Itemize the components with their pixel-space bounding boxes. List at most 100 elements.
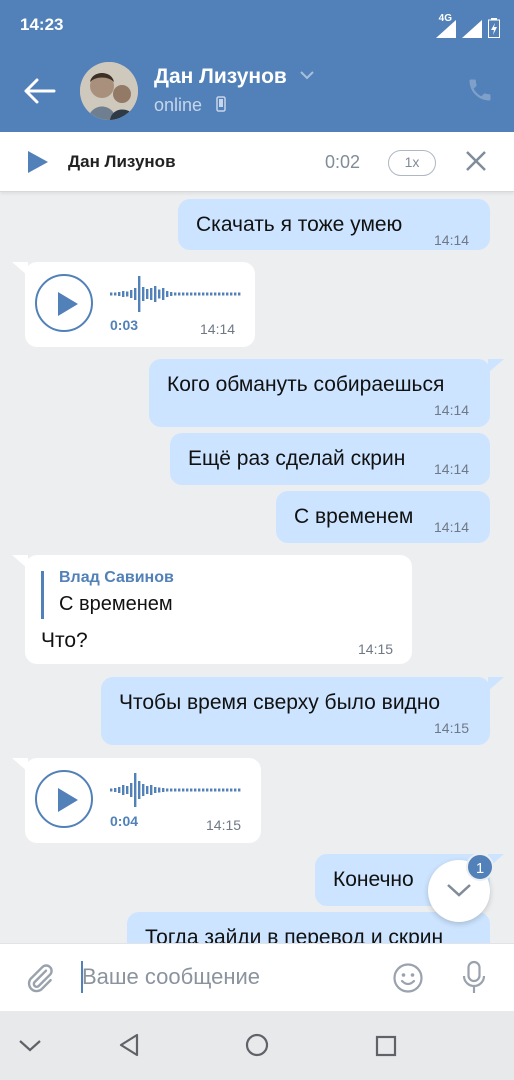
message-input[interactable]: Ваше сообщение	[82, 964, 260, 990]
message-incoming-voice[interactable]: 0:04 14:15	[25, 758, 261, 843]
message-incoming-reply[interactable]: Влад Савинов С временем Что? 14:15	[25, 555, 412, 664]
waveform-bar	[134, 288, 137, 300]
waveform-bar	[222, 292, 225, 296]
waveform-bar	[126, 291, 129, 297]
back-arrow-icon[interactable]	[22, 76, 58, 106]
waveform-bar	[182, 292, 185, 296]
waveform-bar	[178, 292, 181, 296]
message-text: Кого обмануть собираешься	[167, 373, 445, 396]
status-icons: 4G	[436, 13, 500, 38]
waveform-bar	[134, 773, 137, 807]
waveform-bar	[182, 788, 185, 792]
bubble-tail	[488, 677, 504, 691]
back-nav-icon[interactable]	[118, 1033, 140, 1057]
waveform-bar	[190, 788, 193, 792]
message-list[interactable]: Скачать я тоже умею 14:14 0:03 14:14 Ког…	[0, 193, 514, 943]
battery-icon	[488, 18, 500, 38]
message-time: 14:15	[358, 641, 394, 657]
waveform-bar	[206, 292, 209, 296]
waveform-bar	[142, 287, 145, 301]
paperclip-icon[interactable]	[24, 962, 56, 994]
waveform-bar	[130, 290, 133, 298]
player-track-name[interactable]: Дан Лизунов	[68, 152, 176, 172]
voice-waveform[interactable]	[110, 274, 242, 314]
waveform-bar	[114, 292, 117, 296]
waveform-bar	[222, 788, 225, 792]
waveform-bar	[170, 788, 173, 792]
playback-speed-button[interactable]: 1x	[388, 150, 436, 176]
waveform-bar	[186, 788, 189, 792]
avatar[interactable]	[80, 62, 138, 120]
message-time: 14:14	[200, 321, 236, 337]
waveform-bar	[118, 292, 121, 296]
waveform-bar	[110, 292, 113, 296]
message-text: Чтобы время сверху было видно	[119, 691, 441, 714]
waveform-bar	[122, 291, 125, 297]
message-composer: Ваше сообщение	[0, 943, 514, 1011]
play-icon[interactable]	[28, 151, 48, 173]
message-outgoing[interactable]: С временем 14:14	[276, 491, 490, 543]
waveform-bar	[150, 288, 153, 300]
reply-quoted-text: С временем	[59, 593, 173, 615]
contact-name[interactable]: Дан Лизунов	[154, 65, 287, 89]
waveform-bar	[114, 788, 117, 792]
message-text: Ещё раз сделай скрин	[188, 447, 406, 470]
waveform-bar	[234, 788, 237, 792]
waveform-bar	[198, 788, 201, 792]
waveform-bar	[158, 289, 161, 299]
waveform-bar	[238, 292, 241, 296]
message-outgoing[interactable]: Скачать я тоже умею 14:14	[178, 199, 490, 250]
system-navigation-bar	[0, 1011, 514, 1080]
waveform-bar	[146, 786, 149, 794]
waveform-bar	[150, 785, 153, 795]
waveform-bar	[202, 292, 205, 296]
message-text: С временем	[294, 505, 414, 528]
waveform-bar	[238, 788, 241, 792]
waveform-bar	[190, 292, 193, 296]
waveform-bar	[146, 289, 149, 299]
recents-nav-icon[interactable]	[375, 1035, 397, 1057]
emoji-icon[interactable]	[392, 962, 424, 994]
message-time: 14:15	[206, 817, 242, 833]
waveform-bar	[234, 292, 237, 296]
waveform-bar	[178, 788, 181, 792]
voice-waveform[interactable]	[110, 770, 242, 810]
close-icon[interactable]	[464, 149, 488, 173]
waveform-bar	[174, 788, 177, 792]
waveform-bar	[138, 781, 141, 799]
message-outgoing[interactable]: Ещё раз сделай скрин 14:14	[170, 433, 490, 485]
waveform-bar	[170, 292, 173, 296]
message-time: 14:14	[434, 461, 470, 477]
signal-icon	[436, 20, 456, 38]
chevron-down-icon[interactable]	[300, 70, 314, 80]
signal2-icon	[462, 20, 482, 38]
waveform-bar	[158, 787, 161, 793]
message-outgoing[interactable]: Чтобы время сверху было видно 14:15	[101, 677, 490, 745]
microphone-icon[interactable]	[460, 960, 488, 996]
waveform-bar	[130, 783, 133, 797]
message-outgoing[interactable]: Тогда зайди в перевод и скрин	[127, 912, 490, 943]
waveform-bar	[126, 786, 129, 794]
phone-call-icon[interactable]	[466, 76, 494, 104]
message-time: 14:14	[434, 519, 470, 535]
hide-keyboard-icon[interactable]	[18, 1039, 42, 1053]
waveform-bar	[226, 292, 229, 296]
waveform-bar	[210, 292, 213, 296]
message-outgoing[interactable]: Кого обмануть собираешься 14:14	[149, 359, 490, 427]
waveform-bar	[214, 788, 217, 792]
waveform-bar	[154, 787, 157, 793]
message-time: 14:15	[434, 720, 470, 736]
waveform-bar	[198, 292, 201, 296]
message-text: Тогда зайди в перевод и скрин	[145, 926, 444, 943]
waveform-bar	[142, 784, 145, 796]
home-nav-icon[interactable]	[245, 1033, 269, 1057]
waveform-bar	[118, 787, 121, 793]
reply-author[interactable]: Влад Савинов	[59, 569, 174, 587]
waveform-bar	[122, 785, 125, 795]
voice-play-button[interactable]	[35, 770, 93, 828]
message-incoming-voice[interactable]: 0:03 14:14	[25, 262, 255, 347]
voice-duration: 0:04	[110, 813, 139, 829]
unread-count-badge: 1	[466, 853, 494, 881]
voice-play-button[interactable]	[35, 274, 93, 332]
mobile-phone-icon	[216, 96, 226, 112]
